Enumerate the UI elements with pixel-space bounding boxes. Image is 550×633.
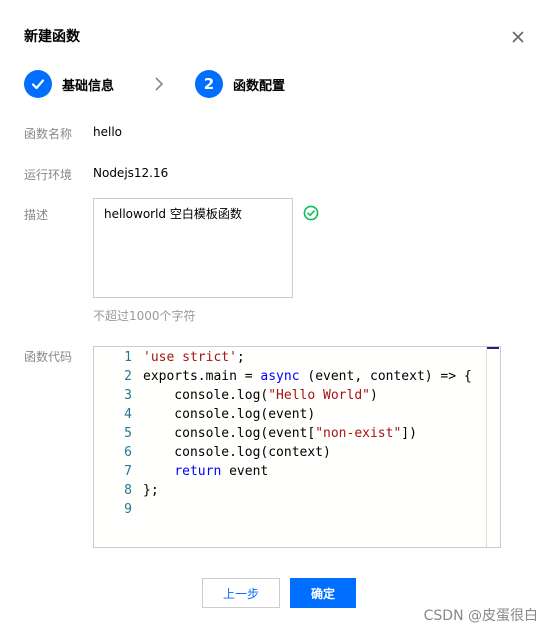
line-number: 7 bbox=[124, 464, 132, 479]
function-name-value: hello bbox=[93, 125, 122, 139]
step-number: 2 bbox=[195, 70, 223, 98]
description-label: 描述 bbox=[24, 208, 49, 222]
confirm-button[interactable]: 确定 bbox=[290, 578, 356, 608]
scrollbar-thumb[interactable] bbox=[487, 347, 499, 361]
runtime-label: 运行环境 bbox=[24, 168, 73, 182]
step-label: 基础信息 bbox=[62, 78, 115, 94]
description-textarea[interactable]: helloworld 空白模板函数 bbox=[93, 198, 293, 298]
chevron-right-icon bbox=[155, 77, 164, 91]
code-line[interactable]: console.log("Hello World") bbox=[143, 386, 378, 405]
code-line[interactable]: console.log(event["non-exist"]) bbox=[143, 424, 417, 443]
line-number: 9 bbox=[124, 502, 132, 517]
previous-step-button[interactable]: 上一步 bbox=[202, 578, 280, 608]
watermark: CSDN @皮蛋很白 bbox=[423, 608, 538, 624]
step-label: 函数配置 bbox=[233, 78, 286, 94]
code-line[interactable]: exports.main = async (event, context) =>… bbox=[143, 367, 472, 386]
description-hint: 不超过1000个字符 bbox=[93, 309, 196, 323]
dialog-title: 新建函数 bbox=[24, 29, 80, 45]
step-basic-info: 基础信息 bbox=[24, 70, 114, 98]
line-number: 4 bbox=[124, 407, 132, 422]
runtime-value: Nodejs12.16 bbox=[93, 166, 169, 180]
line-number: 8 bbox=[124, 483, 132, 498]
code-editor[interactable]: 1 2 3 4 5 6 7 8 9 'use strict'; exports.main = as… bbox=[93, 346, 501, 548]
line-number: 5 bbox=[124, 426, 132, 441]
line-number-gutter: 1 2 3 4 5 6 7 8 9 bbox=[94, 347, 139, 547]
code-line[interactable]: }; bbox=[143, 481, 159, 500]
vertical-scrollbar[interactable] bbox=[486, 347, 500, 547]
line-number: 1 bbox=[124, 350, 132, 365]
function-name-label: 函数名称 bbox=[24, 127, 73, 141]
line-number: 3 bbox=[124, 388, 132, 403]
close-icon[interactable] bbox=[510, 29, 526, 45]
line-number: 2 bbox=[124, 369, 132, 384]
step-done-check-icon bbox=[24, 70, 52, 98]
code-label: 函数代码 bbox=[24, 350, 73, 364]
check-circle-icon bbox=[303, 205, 319, 221]
step-function-config: 2 函数配置 bbox=[195, 70, 285, 98]
code-line[interactable]: 'use strict'; bbox=[143, 348, 245, 367]
code-line[interactable]: console.log(context) bbox=[143, 443, 331, 462]
line-number: 6 bbox=[124, 445, 132, 460]
step-indicator: 基础信息 2 函数配置 bbox=[24, 70, 504, 98]
code-line[interactable]: return event bbox=[143, 462, 268, 481]
code-line[interactable]: console.log(event) bbox=[143, 405, 315, 424]
